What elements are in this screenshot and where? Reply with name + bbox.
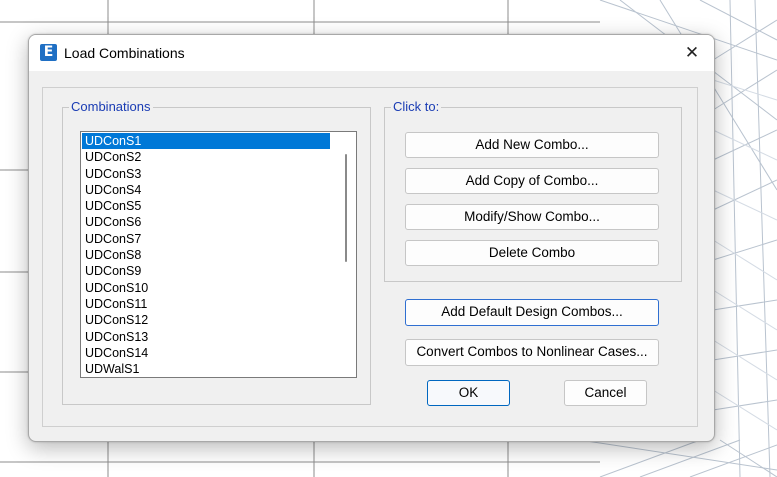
close-icon: ✕: [684, 43, 700, 63]
add-new-combo-button[interactable]: Add New Combo...: [405, 132, 659, 158]
dialog-title: Load Combinations: [64, 45, 185, 61]
load-combinations-dialog: E Load Combinations ✕ Combinations UDCon…: [28, 34, 715, 442]
close-button[interactable]: ✕: [670, 35, 714, 71]
list-item[interactable]: UDConS2: [82, 149, 330, 165]
title-bar[interactable]: E Load Combinations ✕: [29, 35, 714, 71]
list-item[interactable]: UDConS10: [82, 280, 330, 296]
list-item[interactable]: UDConS9: [82, 263, 330, 279]
cancel-button[interactable]: Cancel: [564, 380, 647, 406]
list-item[interactable]: UDConS13: [82, 329, 330, 345]
etabs-app-icon: E: [40, 44, 57, 61]
convert-combos-button[interactable]: Convert Combos to Nonlinear Cases...: [405, 339, 659, 366]
ok-button[interactable]: OK: [427, 380, 510, 406]
modify-show-combo-button[interactable]: Modify/Show Combo...: [405, 204, 659, 230]
list-item[interactable]: UDConS4: [82, 182, 330, 198]
list-item[interactable]: UDConS3: [82, 166, 330, 182]
delete-combo-button[interactable]: Delete Combo: [405, 240, 659, 266]
list-item[interactable]: UDConS6: [82, 214, 330, 230]
list-item[interactable]: UDWalS1: [82, 361, 330, 377]
list-item[interactable]: UDConS5: [82, 198, 330, 214]
add-default-design-combos-button[interactable]: Add Default Design Combos...: [405, 299, 659, 326]
list-item[interactable]: UDConS8: [82, 247, 330, 263]
add-copy-of-combo-button[interactable]: Add Copy of Combo...: [405, 168, 659, 194]
click-to-group-label: Click to:: [391, 99, 442, 115]
list-item[interactable]: UDConS12: [82, 312, 330, 328]
list-item[interactable]: UDConS14: [82, 345, 330, 361]
list-scrollbar[interactable]: [345, 154, 347, 262]
combinations-list: UDConS1 UDConS2 UDConS3 UDConS4 UDConS5 UDCon…: [82, 133, 330, 377]
list-item[interactable]: UDConS7: [82, 231, 330, 247]
combinations-group-label: Combinations: [69, 99, 153, 115]
combinations-listbox[interactable]: UDConS1 UDConS2 UDConS3 UDConS4 UDConS5 UDCon…: [80, 131, 357, 378]
list-item[interactable]: UDConS11: [82, 296, 330, 312]
list-item[interactable]: UDConS1: [82, 133, 330, 150]
